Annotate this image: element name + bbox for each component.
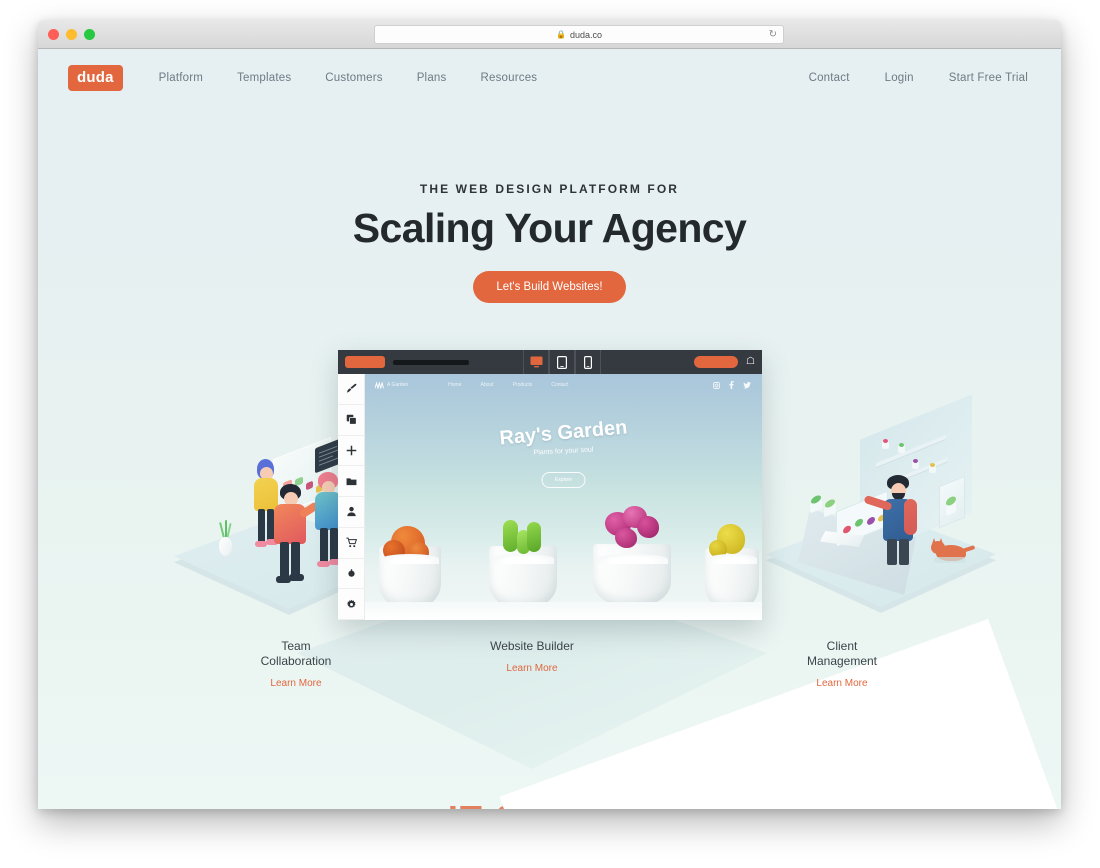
feature-title-line1: Team: [281, 639, 311, 653]
circle-icon[interactable]: [338, 559, 365, 590]
browser-titlebar: 🔒 duda.co ↻: [38, 20, 1061, 49]
feature-learn-more-link[interactable]: Learn More: [762, 678, 922, 689]
feature-team-collaboration: Team Collaboration Learn More: [216, 639, 376, 689]
cart-icon[interactable]: [338, 528, 365, 559]
preview-nav-products[interactable]: Products: [513, 382, 533, 388]
preview-nav-links: Home About Products Contact: [448, 382, 568, 388]
facebook-icon[interactable]: [729, 381, 734, 389]
nav-item-customers[interactable]: Customers: [325, 72, 382, 84]
preview-social-links: [713, 381, 751, 389]
reload-icon[interactable]: ↻: [769, 29, 777, 40]
preview-site-nav: A Garden Home About Products Contact: [365, 374, 762, 396]
folder-icon[interactable]: [338, 466, 365, 497]
feature-title: Website Builder: [452, 639, 612, 654]
nav-item-templates[interactable]: Templates: [237, 72, 291, 84]
editor-publish-button[interactable]: [694, 356, 739, 368]
gear-icon[interactable]: [338, 589, 365, 620]
plus-icon[interactable]: [338, 436, 365, 467]
nav-item-platform[interactable]: Platform: [159, 72, 203, 84]
address-bar[interactable]: 🔒 duda.co ↻: [374, 25, 784, 44]
window-traffic-lights: [48, 29, 95, 40]
feature-website-builder: Website Builder Learn More: [452, 639, 612, 674]
primary-nav: Platform Templates Customers Plans Resou…: [159, 72, 538, 84]
editor-brand-button[interactable]: [345, 356, 385, 368]
preview-nav-about[interactable]: About: [480, 382, 493, 388]
feature-title: Client Management: [762, 639, 922, 669]
hero-cta-button[interactable]: Let's Build Websites!: [473, 271, 626, 303]
client-management-illustration: [798, 394, 1008, 602]
browser-window: 🔒 duda.co ↻ + duda Platform Templates Cu…: [38, 20, 1061, 809]
feature-learn-more-link[interactable]: Learn More: [216, 678, 376, 689]
feature-title-line2: Collaboration: [260, 654, 332, 668]
feature-title-line2: Management: [806, 654, 878, 668]
site-header: duda Platform Templates Customers Plans …: [38, 49, 1061, 107]
preview-nav-contact[interactable]: Contact: [551, 382, 568, 388]
editor-toolbar-right: ☖: [694, 350, 755, 374]
nav-item-start-free-trial[interactable]: Start Free Trial: [949, 72, 1028, 84]
potted-plant-icon: [217, 520, 233, 556]
cat-icon: [931, 538, 976, 565]
feature-client-management: Client Management Learn More: [762, 639, 922, 689]
person-shopkeeper: [863, 475, 924, 567]
website-editor-mock: ☖ A Garden Home About Products Contact R…: [338, 350, 762, 620]
address-bar-url: duda.co: [569, 29, 602, 40]
page-viewport: duda Platform Templates Customers Plans …: [38, 49, 1061, 809]
editor-title-bar: [393, 359, 469, 365]
nav-item-login[interactable]: Login: [885, 72, 914, 84]
home-icon[interactable]: ☖: [746, 357, 755, 367]
preview-site-logo-text: A Garden: [387, 382, 409, 388]
device-desktop-icon[interactable]: [523, 350, 549, 374]
hero-headline: Scaling Your Agency: [352, 205, 747, 251]
preview-site-logo[interactable]: A Garden: [375, 381, 409, 389]
nav-item-resources[interactable]: Resources: [480, 72, 537, 84]
nav-item-plans[interactable]: Plans: [417, 72, 447, 84]
device-tablet-icon[interactable]: [549, 350, 575, 374]
feature-title-line1: Website Builder: [490, 639, 574, 653]
brush-icon[interactable]: [338, 374, 365, 405]
close-window-button[interactable]: [48, 29, 59, 40]
lock-icon: 🔒: [556, 29, 566, 39]
nav-item-contact[interactable]: Contact: [809, 72, 850, 84]
device-switcher: [523, 350, 601, 374]
editor-canvas: A Garden Home About Products Contact Ray…: [365, 374, 762, 620]
secondary-nav: Contact Login Start Free Trial: [809, 72, 1028, 84]
device-mobile-icon[interactable]: [575, 350, 601, 374]
feature-title-line1: Client: [826, 639, 858, 653]
minimize-window-button[interactable]: [66, 29, 77, 40]
feature-learn-more-link[interactable]: Learn More: [452, 663, 612, 674]
canvas-ground: [365, 602, 762, 620]
maximize-window-button[interactable]: [84, 29, 95, 40]
address-bar-content: 🔒 duda.co: [556, 30, 602, 40]
twitter-icon[interactable]: [743, 381, 751, 389]
feature-title: Team Collaboration: [216, 639, 376, 669]
editor-body: A Garden Home About Products Contact Ray…: [338, 374, 762, 620]
preview-nav-home[interactable]: Home: [448, 382, 461, 388]
duda-logo[interactable]: duda: [68, 65, 123, 91]
person-icon[interactable]: [338, 497, 365, 528]
layers-icon[interactable]: [338, 405, 365, 436]
editor-sidebar: [338, 374, 365, 620]
hero-eyebrow: THE WEB DESIGN PLATFORM FOR: [419, 182, 680, 196]
person-orange: [271, 484, 320, 584]
instagram-icon[interactable]: [713, 381, 720, 389]
editor-toolbar: ☖: [338, 350, 762, 374]
preview-explore-button[interactable]: Explore: [541, 472, 586, 488]
